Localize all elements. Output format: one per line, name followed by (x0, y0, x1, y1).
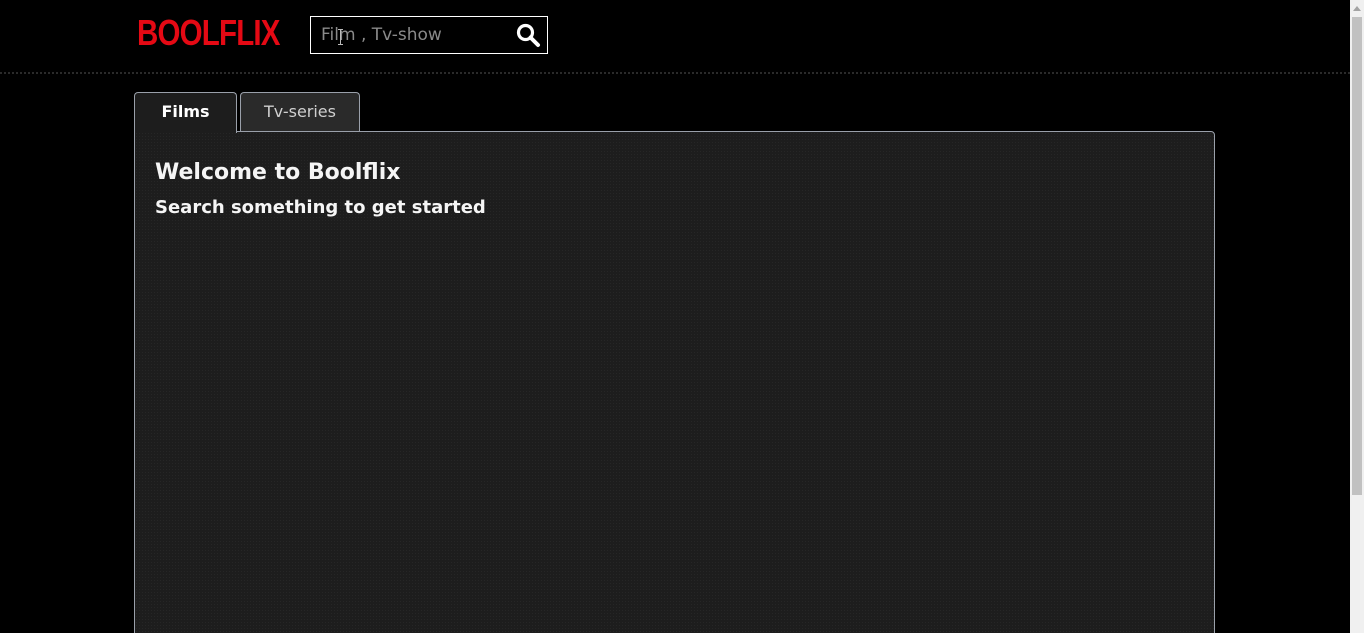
tab-tv-series[interactable]: Tv-series (240, 92, 360, 131)
search-box (310, 16, 548, 54)
top-header: BOOLFLIX (0, 0, 1350, 74)
content-panel: Welcome to Boolflix Search something to … (134, 131, 1215, 633)
app-viewport: BOOLFLIX Films Tv-series Welcome to Bool… (0, 0, 1364, 633)
search-icon[interactable] (515, 22, 541, 48)
scroll-up-arrow-icon[interactable] (1353, 6, 1361, 11)
logo[interactable]: BOOLFLIX (137, 12, 280, 54)
page-title: Welcome to Boolflix (155, 160, 401, 185)
page-subtitle: Search something to get started (155, 197, 486, 218)
text-cursor-icon (338, 29, 343, 45)
vertical-scrollbar[interactable] (1350, 0, 1364, 633)
scrollbar-thumb[interactable] (1352, 17, 1362, 495)
tab-films[interactable]: Films (134, 92, 237, 133)
